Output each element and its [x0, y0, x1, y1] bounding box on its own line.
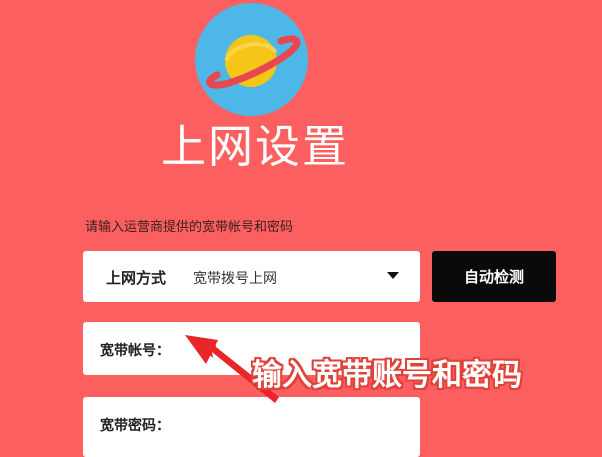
caret-down-icon[interactable]	[387, 272, 399, 279]
connection-type-label: 上网方式	[106, 269, 167, 287]
connection-type-select[interactable]: 上网方式 宽带拨号上网	[83, 251, 420, 302]
planet-icon	[195, 3, 308, 116]
password-input[interactable]	[183, 407, 410, 441]
annotation-text: 输入宽带账号和密码	[252, 358, 522, 393]
connection-type-value: 宽带拨号上网	[193, 271, 277, 287]
password-label: 宽带密码：	[100, 418, 170, 434]
auto-detect-button[interactable]: 自动检测	[432, 251, 556, 302]
account-label: 宽带帐号：	[100, 343, 170, 359]
page-title: 上网设置	[160, 120, 349, 173]
password-field[interactable]: 宽带密码：	[83, 397, 420, 457]
instruction-text: 请输入运营商提供的宽带帐号和密码	[85, 220, 294, 235]
